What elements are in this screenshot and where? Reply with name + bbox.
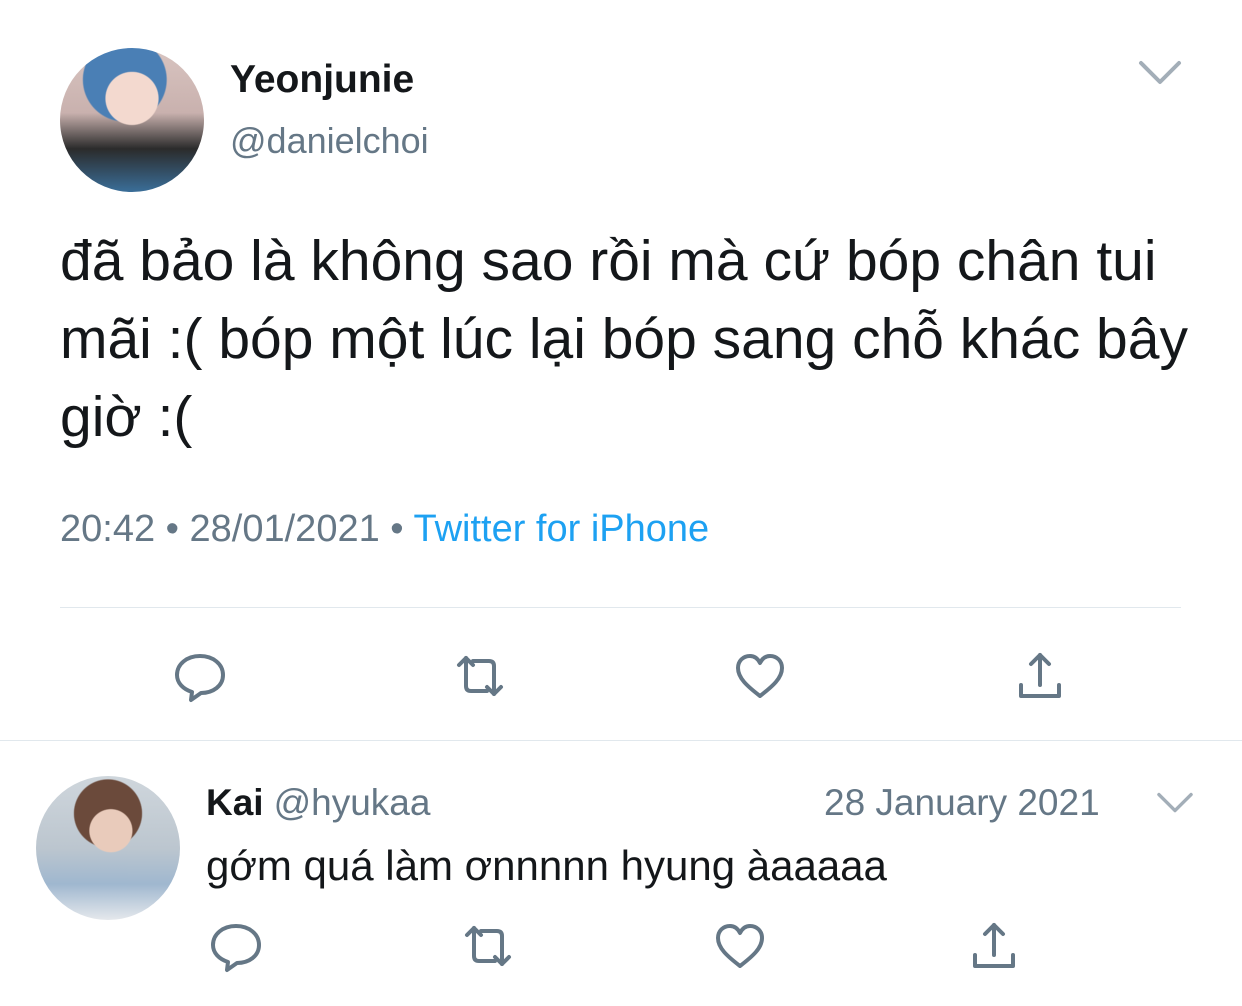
reply-date: 28 January 2021 xyxy=(824,782,1100,823)
tweet-source-link[interactable]: Twitter for iPhone xyxy=(413,508,709,550)
reply-reply-button[interactable] xyxy=(206,916,266,976)
divider xyxy=(0,740,1242,741)
heart-icon xyxy=(736,654,784,698)
share-button[interactable] xyxy=(1010,646,1070,706)
reply-like-button[interactable] xyxy=(710,916,770,976)
tweet-text: đã bảo là không sao rồi mà cứ bóp chân t… xyxy=(60,229,1188,449)
reply-menu-chevron-icon[interactable] xyxy=(1156,792,1194,819)
divider xyxy=(60,607,1181,608)
author-avatar[interactable] xyxy=(60,48,204,192)
reply-handle[interactable]: @hyukaa xyxy=(274,782,431,823)
reply-avatar[interactable] xyxy=(36,776,180,920)
meta-separator: • xyxy=(165,508,179,550)
reply-display-name[interactable]: Kai xyxy=(206,782,264,823)
tweet-date: 28/01/2021 xyxy=(189,508,380,550)
retweet-icon xyxy=(457,656,503,696)
author-display-name[interactable]: Yeonjunie xyxy=(230,58,414,102)
speech-bubble-icon xyxy=(175,654,225,702)
retweet-icon xyxy=(465,926,511,966)
author-handle[interactable]: @danielchoi xyxy=(230,120,429,162)
reply-share-button[interactable] xyxy=(964,916,1024,976)
reply-button[interactable] xyxy=(170,646,230,706)
speech-bubble-icon xyxy=(211,924,261,972)
reply-text: gớm quá làm ơnnnnn hyung àaaaaa xyxy=(206,842,887,889)
share-icon xyxy=(973,923,1015,968)
tweet-menu-chevron-icon[interactable] xyxy=(1138,60,1182,91)
meta-separator: • xyxy=(390,508,404,550)
tweet-meta: 20:42 • 28/01/2021 • Twitter for iPhone xyxy=(60,508,709,551)
reply-retweet-button[interactable] xyxy=(458,916,518,976)
reply-header: Kai @hyukaa xyxy=(206,782,430,824)
heart-icon xyxy=(716,924,764,968)
tweet-time: 20:42 xyxy=(60,508,156,550)
share-icon xyxy=(1019,653,1061,698)
retweet-button[interactable] xyxy=(450,646,510,706)
like-button[interactable] xyxy=(730,646,790,706)
